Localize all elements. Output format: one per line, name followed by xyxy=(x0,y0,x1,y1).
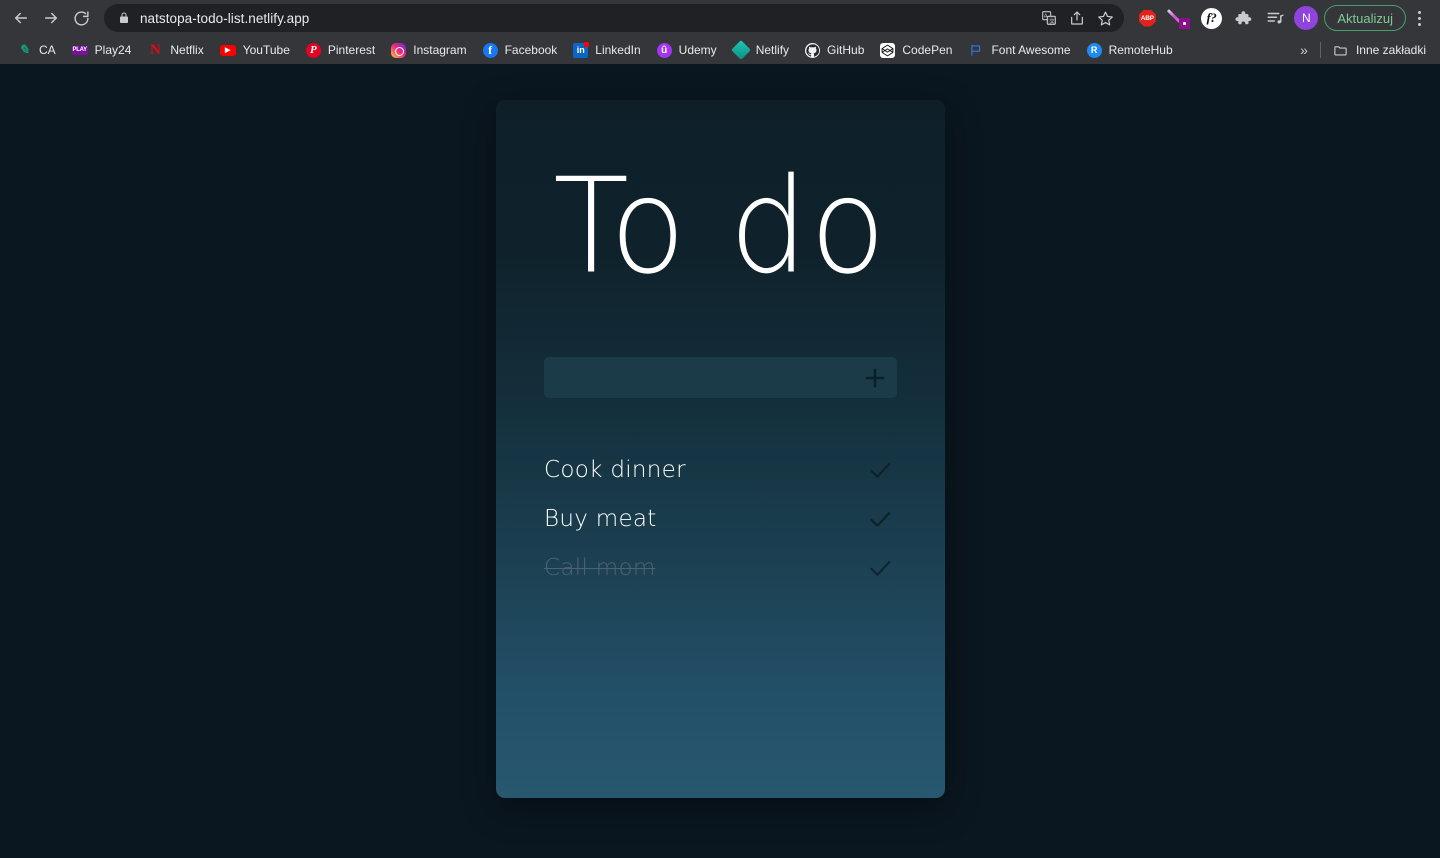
bookmark-label: Netflix xyxy=(170,43,204,57)
page-viewport: To do Cook dinner Buy meat Call mom xyxy=(0,64,1440,858)
linkedin-icon: in xyxy=(573,41,590,58)
font-finder-glyph: f? xyxy=(1200,7,1222,29)
ca-icon: ✎ xyxy=(18,42,30,57)
update-button[interactable]: Aktualizuj xyxy=(1324,5,1406,31)
bookmark-label: Font Awesome xyxy=(991,43,1071,57)
new-task-input[interactable] xyxy=(558,368,859,387)
bookmark-netlify[interactable]: Netlify xyxy=(725,39,797,61)
reload-button[interactable] xyxy=(66,3,96,33)
add-task-row xyxy=(544,357,897,398)
address-bar-url: natstopa-todo-list.netlify.app xyxy=(140,10,310,26)
bookmark-star-icon[interactable] xyxy=(1092,5,1118,31)
task-complete-button[interactable] xyxy=(863,453,897,487)
bookmark-font-awesome[interactable]: Font Awesome xyxy=(960,39,1078,61)
extensions-puzzle-icon[interactable] xyxy=(1228,3,1258,33)
bookmark-label: Udemy xyxy=(678,43,717,57)
bookmark-label: Play24 xyxy=(94,43,132,57)
extensions-tray: ABP f? xyxy=(1130,3,1290,33)
reload-icon xyxy=(73,10,89,26)
udemy-icon: û xyxy=(656,42,672,58)
list-item[interactable]: Cook dinner xyxy=(544,445,897,494)
magic-wand-icon[interactable] xyxy=(1164,3,1194,33)
other-bookmarks-label: Inne zakładki xyxy=(1355,43,1426,57)
chrome-menu-button[interactable] xyxy=(1406,3,1432,33)
share-icon[interactable] xyxy=(1064,5,1090,31)
check-icon xyxy=(870,462,891,478)
bookmark-remotehub[interactable]: R RemoteHub xyxy=(1079,40,1181,61)
task-label: Cook dinner xyxy=(544,456,686,483)
bookmark-instagram[interactable]: Instagram xyxy=(383,40,474,61)
adblock-plus-icon[interactable]: ABP xyxy=(1132,3,1162,33)
reading-list-icon[interactable] xyxy=(1260,3,1290,33)
notification-dot xyxy=(584,41,590,47)
pinterest-icon: P xyxy=(305,42,321,58)
bookmark-youtube[interactable]: ▶ YouTube xyxy=(212,40,298,60)
bookmark-linkedin[interactable]: in LinkedIn xyxy=(565,40,648,61)
task-label: Buy meat xyxy=(544,505,657,532)
address-bar[interactable]: natstopa-todo-list.netlify.app A 文 xyxy=(104,4,1125,32)
bookmark-facebook[interactable]: f Facebook xyxy=(475,40,566,61)
address-bar-actions: A 文 xyxy=(1036,5,1118,31)
netlify-icon xyxy=(730,40,751,60)
remotehub-icon: R xyxy=(1086,42,1102,58)
browser-toolbar: natstopa-todo-list.netlify.app A 文 ABP f… xyxy=(0,0,1440,36)
bookmark-label: YouTube xyxy=(242,43,290,57)
github-icon xyxy=(805,42,821,58)
youtube-icon: ▶ xyxy=(219,44,236,56)
task-complete-button[interactable] xyxy=(863,551,897,585)
bookmark-label: GitHub xyxy=(827,43,865,57)
todo-card: To do Cook dinner Buy meat Call mom xyxy=(496,100,945,798)
check-icon xyxy=(870,511,891,527)
add-task-button[interactable] xyxy=(859,362,891,394)
other-bookmarks-button[interactable]: Inne zakładki xyxy=(1325,39,1434,61)
svg-text:A: A xyxy=(1044,14,1048,20)
bookmark-pinterest[interactable]: P Pinterest xyxy=(298,40,383,61)
bookmarks-divider xyxy=(1319,42,1321,58)
bookmark-label: Facebook xyxy=(504,43,558,57)
back-button[interactable] xyxy=(6,3,36,33)
page-title: To do xyxy=(553,150,888,304)
browser-chrome: natstopa-todo-list.netlify.app A 文 ABP f… xyxy=(0,0,1440,64)
task-complete-button[interactable] xyxy=(863,502,897,536)
list-item[interactable]: Call mom xyxy=(544,543,897,592)
bookmarks-overflow-button[interactable]: » xyxy=(1292,40,1316,60)
font-finder-icon[interactable]: f? xyxy=(1196,3,1226,33)
netflix-icon: N xyxy=(149,41,161,58)
bookmark-udemy[interactable]: û Udemy xyxy=(649,40,725,61)
bookmark-label: CA xyxy=(39,43,56,57)
profile-avatar[interactable]: N xyxy=(1294,6,1319,30)
adblock-plus-badge: ABP xyxy=(1138,9,1156,27)
bookmark-play24[interactable]: PLAY Play24 xyxy=(64,40,140,60)
bookmark-label: Instagram xyxy=(413,43,467,57)
check-icon xyxy=(870,560,891,576)
bookmark-github[interactable]: GitHub xyxy=(797,40,872,61)
facebook-icon: f xyxy=(482,42,498,58)
forward-arrow-icon xyxy=(45,12,57,24)
play24-icon: PLAY xyxy=(71,45,88,55)
bookmark-netflix[interactable]: N Netflix xyxy=(139,39,211,61)
translate-icon[interactable]: A 文 xyxy=(1036,5,1062,31)
plus-icon xyxy=(865,368,885,387)
codepen-icon xyxy=(880,42,896,58)
task-label: Call mom xyxy=(544,554,656,581)
bookmark-label: LinkedIn xyxy=(595,43,641,57)
bookmark-codepen[interactable]: CodePen xyxy=(872,40,960,61)
bookmark-ca[interactable]: ✎ CA xyxy=(8,39,64,61)
bookmark-label: Pinterest xyxy=(327,43,376,57)
todo-list: Cook dinner Buy meat Call mom xyxy=(544,445,897,592)
list-item[interactable]: Buy meat xyxy=(544,494,897,543)
font-awesome-icon xyxy=(968,42,984,58)
forward-button[interactable] xyxy=(36,3,66,33)
folder-icon xyxy=(1333,42,1349,58)
bookmark-label: RemoteHub xyxy=(1108,43,1173,57)
bookmark-label: Netlify xyxy=(755,43,790,57)
back-arrow-icon xyxy=(15,12,27,24)
lock-icon xyxy=(118,12,130,24)
instagram-icon xyxy=(391,42,407,58)
bookmark-label: CodePen xyxy=(902,43,953,57)
bookmarks-bar: ✎ CA PLAY Play24 N Netflix ▶ YouTube P P… xyxy=(0,36,1440,64)
